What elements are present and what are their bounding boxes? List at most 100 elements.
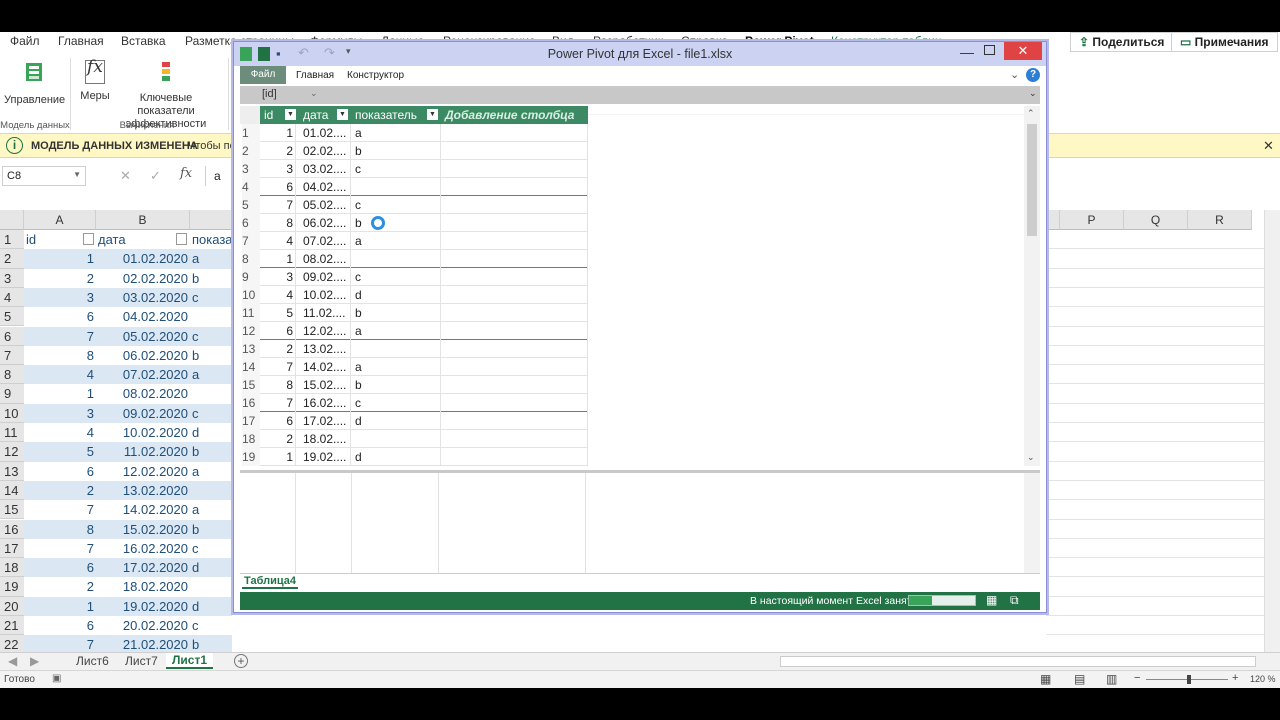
cell-indicator[interactable]: d bbox=[192, 597, 232, 616]
pp-cell-add-column[interactable] bbox=[441, 142, 588, 160]
pp-cell-indicator[interactable]: c bbox=[351, 160, 441, 178]
minimize-icon[interactable]: — bbox=[960, 44, 974, 60]
pp-cell-add-column[interactable] bbox=[441, 322, 588, 340]
cell-id[interactable]: 6 bbox=[26, 558, 94, 577]
pp-cell-date[interactable]: 05.02.... bbox=[299, 196, 351, 214]
pp-cell-date[interactable]: 06.02.... bbox=[299, 214, 351, 232]
pp-cell-indicator[interactable]: a bbox=[351, 232, 441, 250]
enter-icon[interactable]: ✓ bbox=[150, 168, 161, 184]
row-header[interactable]: 17 bbox=[0, 538, 24, 559]
cell-indicator[interactable]: c bbox=[192, 616, 232, 635]
cell-date[interactable]: 03.02.2020 bbox=[98, 288, 188, 307]
cell-id[interactable]: 2 bbox=[26, 577, 94, 596]
pp-cell-indicator[interactable]: b bbox=[351, 304, 441, 322]
pp-cell-date[interactable]: 15.02.... bbox=[299, 376, 351, 394]
cell-indicator[interactable] bbox=[192, 481, 232, 500]
pp-cell-add-column[interactable] bbox=[441, 448, 588, 466]
pp-column-indicator[interactable]: показатель ▼ bbox=[351, 106, 441, 124]
cell-date[interactable]: 20.02.2020 bbox=[98, 616, 188, 635]
row-header[interactable]: 20 bbox=[0, 596, 24, 616]
tab-insert[interactable]: Вставка bbox=[121, 34, 166, 48]
pp-cell-date[interactable]: 11.02.... bbox=[299, 304, 351, 322]
pp-cell-id[interactable]: 2 bbox=[260, 430, 296, 448]
pp-cell-indicator[interactable]: b bbox=[351, 142, 441, 160]
pp-row-number[interactable]: 16 bbox=[242, 394, 260, 412]
calc-column[interactable] bbox=[240, 473, 296, 573]
pp-cell-id[interactable]: 3 bbox=[260, 160, 296, 178]
share-button[interactable]: ⇪ Поделиться bbox=[1070, 32, 1174, 52]
pp-cell-indicator[interactable]: d bbox=[351, 412, 441, 430]
maximize-icon[interactable] bbox=[984, 45, 995, 55]
pp-cell-indicator[interactable] bbox=[351, 250, 441, 268]
pp-row-number[interactable]: 2 bbox=[242, 142, 260, 160]
pp-cell-date[interactable]: 08.02.... bbox=[299, 250, 351, 268]
pp-cell-indicator[interactable] bbox=[351, 340, 441, 358]
cell-indicator[interactable] bbox=[192, 577, 232, 596]
cell-id[interactable]: 4 bbox=[26, 365, 94, 384]
pp-row-number[interactable]: 13 bbox=[242, 340, 260, 358]
pp-cell-id[interactable]: 6 bbox=[260, 412, 296, 430]
close-icon[interactable]: ✕ bbox=[1263, 138, 1274, 154]
cell-date[interactable]: 08.02.2020 bbox=[98, 384, 188, 403]
cell-date[interactable]: 10.02.2020 bbox=[98, 423, 188, 442]
pp-cell-add-column[interactable] bbox=[441, 214, 588, 232]
pp-row-number[interactable]: 4 bbox=[242, 178, 260, 196]
insert-function-icon[interactable]: fx bbox=[180, 166, 192, 181]
cell-date[interactable]: 15.02.2020 bbox=[98, 520, 188, 539]
pp-row-number[interactable]: 8 bbox=[242, 250, 260, 268]
pp-cell-date[interactable]: 14.02.... bbox=[299, 358, 351, 376]
pp-row-number[interactable]: 12 bbox=[242, 322, 260, 340]
tab-file[interactable]: Файл bbox=[10, 34, 40, 48]
cell-id[interactable]: 8 bbox=[26, 520, 94, 539]
sheet-tab-list1[interactable]: Лист1 bbox=[166, 653, 214, 669]
cell-indicator[interactable]: a bbox=[192, 500, 232, 519]
page-break-icon[interactable]: ▥ bbox=[1106, 672, 1117, 686]
zoom-level[interactable]: 120 % bbox=[1250, 674, 1276, 684]
calc-column[interactable] bbox=[439, 473, 586, 573]
pp-cell-indicator[interactable]: b bbox=[351, 214, 441, 232]
cell-id[interactable]: 6 bbox=[26, 462, 94, 481]
row-header[interactable]: 15 bbox=[0, 500, 24, 520]
cell-id[interactable]: 1 bbox=[26, 249, 94, 268]
cell-date[interactable]: 11.02.2020 bbox=[98, 442, 188, 461]
pp-cell-id[interactable]: 8 bbox=[260, 376, 296, 394]
cell-id[interactable]: 4 bbox=[26, 423, 94, 442]
pp-row-number[interactable]: 11 bbox=[242, 304, 260, 322]
cell-indicator[interactable]: d bbox=[192, 558, 232, 577]
scroll-left-icon[interactable]: ◀ bbox=[8, 654, 17, 668]
pp-cell-indicator[interactable]: d bbox=[351, 286, 441, 304]
cell-date[interactable]: 14.02.2020 bbox=[98, 500, 188, 519]
cell-id[interactable]: 8 bbox=[26, 346, 94, 365]
pp-row-number[interactable]: 14 bbox=[242, 358, 260, 376]
pp-cell-add-column[interactable] bbox=[441, 412, 588, 430]
pp-name-box[interactable]: [id] bbox=[240, 86, 320, 104]
select-all-corner[interactable] bbox=[0, 210, 24, 230]
pp-row-number[interactable]: 6 bbox=[242, 214, 260, 232]
pp-cell-date[interactable]: 19.02.... bbox=[299, 448, 351, 466]
cell-date[interactable]: 05.02.2020 bbox=[98, 327, 188, 346]
pp-cell-id[interactable]: 7 bbox=[260, 196, 296, 214]
row-header[interactable]: 5 bbox=[0, 307, 24, 327]
row-header[interactable]: 12 bbox=[0, 442, 24, 462]
pp-row-number[interactable]: 15 bbox=[242, 376, 260, 394]
cell-indicator[interactable]: c bbox=[192, 539, 232, 558]
pp-cell-id[interactable]: 7 bbox=[260, 394, 296, 412]
pp-cell-indicator[interactable]: c bbox=[351, 196, 441, 214]
pp-cell-id[interactable]: 8 bbox=[260, 214, 296, 232]
page-layout-icon[interactable]: ▤ bbox=[1074, 672, 1085, 686]
pp-cell-id[interactable]: 1 bbox=[260, 250, 296, 268]
scroll-right-icon[interactable]: ▶ bbox=[30, 654, 39, 668]
cell-id[interactable]: 7 bbox=[26, 500, 94, 519]
pp-cell-date[interactable]: 09.02.... bbox=[299, 268, 351, 286]
row-header[interactable]: 6 bbox=[0, 326, 24, 346]
cell-date[interactable]: 18.02.2020 bbox=[98, 577, 188, 596]
pp-cell-indicator[interactable]: d bbox=[351, 448, 441, 466]
cell-date[interactable]: 19.02.2020 bbox=[98, 597, 188, 616]
close-button[interactable]: ✕ bbox=[1004, 42, 1042, 60]
cell-id[interactable]: 1 bbox=[26, 597, 94, 616]
macro-record-icon[interactable]: ▣ bbox=[52, 673, 61, 684]
pp-cell-indicator[interactable]: a bbox=[351, 124, 441, 142]
pp-cell-indicator[interactable]: c bbox=[351, 394, 441, 412]
table-header-indicator[interactable]: показа bbox=[192, 230, 232, 249]
pp-cell-add-column[interactable] bbox=[441, 304, 588, 322]
